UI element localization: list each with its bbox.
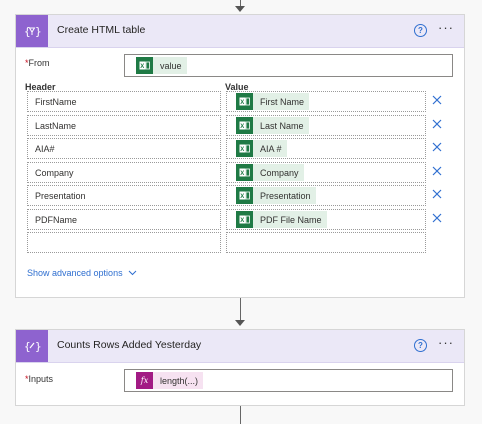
more-options-icon[interactable]: ··· [438,20,454,35]
counts-rows-card: {} Counts Rows Added Yesterday ? ··· [15,329,465,406]
excel-icon: X [236,140,253,157]
card-title: Counts Rows Added Yesterday [57,339,202,351]
svg-text:{: { [24,25,31,38]
card-header[interactable]: {} Counts Rows Added Yesterday ? ··· [16,330,464,363]
delete-row-icon[interactable] [431,188,443,200]
svg-text:}: } [35,25,41,38]
more-options-icon[interactable]: ··· [438,335,454,350]
help-icon[interactable]: ? [414,24,427,37]
show-advanced-options-link[interactable]: Show advanced options [27,268,137,278]
value-token[interactable]: X Presentation [236,187,316,204]
value-cell-empty[interactable] [226,232,426,253]
from-label: *From [25,58,50,68]
connector-bottom [240,406,241,424]
svg-text:X: X [240,100,244,106]
inputs-token-label: length(...) [160,375,199,386]
card-title: Create HTML table [57,24,146,36]
header-cell[interactable]: Presentation [27,185,221,206]
chevron-down-icon [128,270,136,276]
value-token[interactable]: X PDF File Name [236,211,327,228]
value-token[interactable]: X AIA # [236,140,287,157]
value-cell[interactable]: X Company [226,162,426,183]
inputs-token[interactable]: fx length(...) [136,372,204,389]
header-cell[interactable]: FirstName [27,91,221,112]
header-cell[interactable]: LastName [27,115,221,136]
excel-icon: X [236,93,253,110]
from-token[interactable]: X value [136,57,187,74]
inputs-label: *Inputs [25,374,54,384]
data-operation-icon: {} [16,15,48,47]
delete-row-icon[interactable] [431,212,443,224]
header-cell[interactable]: PDFName [27,209,221,230]
excel-icon: X [136,57,153,74]
value-token[interactable]: X Last Name [236,117,309,134]
connector-top-arrow [235,6,245,12]
delete-row-icon[interactable] [431,94,443,106]
excel-icon: X [236,164,253,181]
header-cell-empty[interactable] [27,232,221,253]
value-token[interactable]: X Company [236,164,304,181]
value-token[interactable]: X First Name [236,93,310,110]
svg-text:X: X [240,194,244,200]
value-cell[interactable]: X Last Name [226,115,426,136]
svg-text:X: X [240,171,244,177]
header-cell[interactable]: AIA# [27,138,221,159]
svg-text:X: X [140,64,144,70]
excel-icon: X [236,211,253,228]
fx-icon: fx [136,372,153,389]
inputs-field[interactable]: fx length(...) [124,369,453,392]
delete-row-icon[interactable] [431,118,443,130]
from-token-label: value [160,60,182,71]
card-header[interactable]: {} Create HTML table ? ··· [16,15,464,48]
delete-row-icon[interactable] [431,165,443,177]
svg-text:}: } [35,340,41,353]
value-cell[interactable]: X Presentation [226,185,426,206]
connector-middle-arrow [235,320,245,326]
excel-icon: X [236,117,253,134]
svg-text:X: X [240,147,244,153]
svg-text:X: X [240,124,244,130]
excel-icon: X [236,187,253,204]
svg-text:X: X [240,218,244,224]
help-icon[interactable]: ? [414,339,427,352]
header-cell[interactable]: Company [27,162,221,183]
data-operation-icon: {} [16,330,48,362]
value-cell[interactable]: X PDF File Name [226,209,426,230]
delete-row-icon[interactable] [431,141,443,153]
svg-text:{: { [24,340,31,353]
from-field[interactable]: X value [124,54,453,77]
value-cell[interactable]: X AIA # [226,138,426,159]
value-cell[interactable]: X First Name [226,91,426,112]
